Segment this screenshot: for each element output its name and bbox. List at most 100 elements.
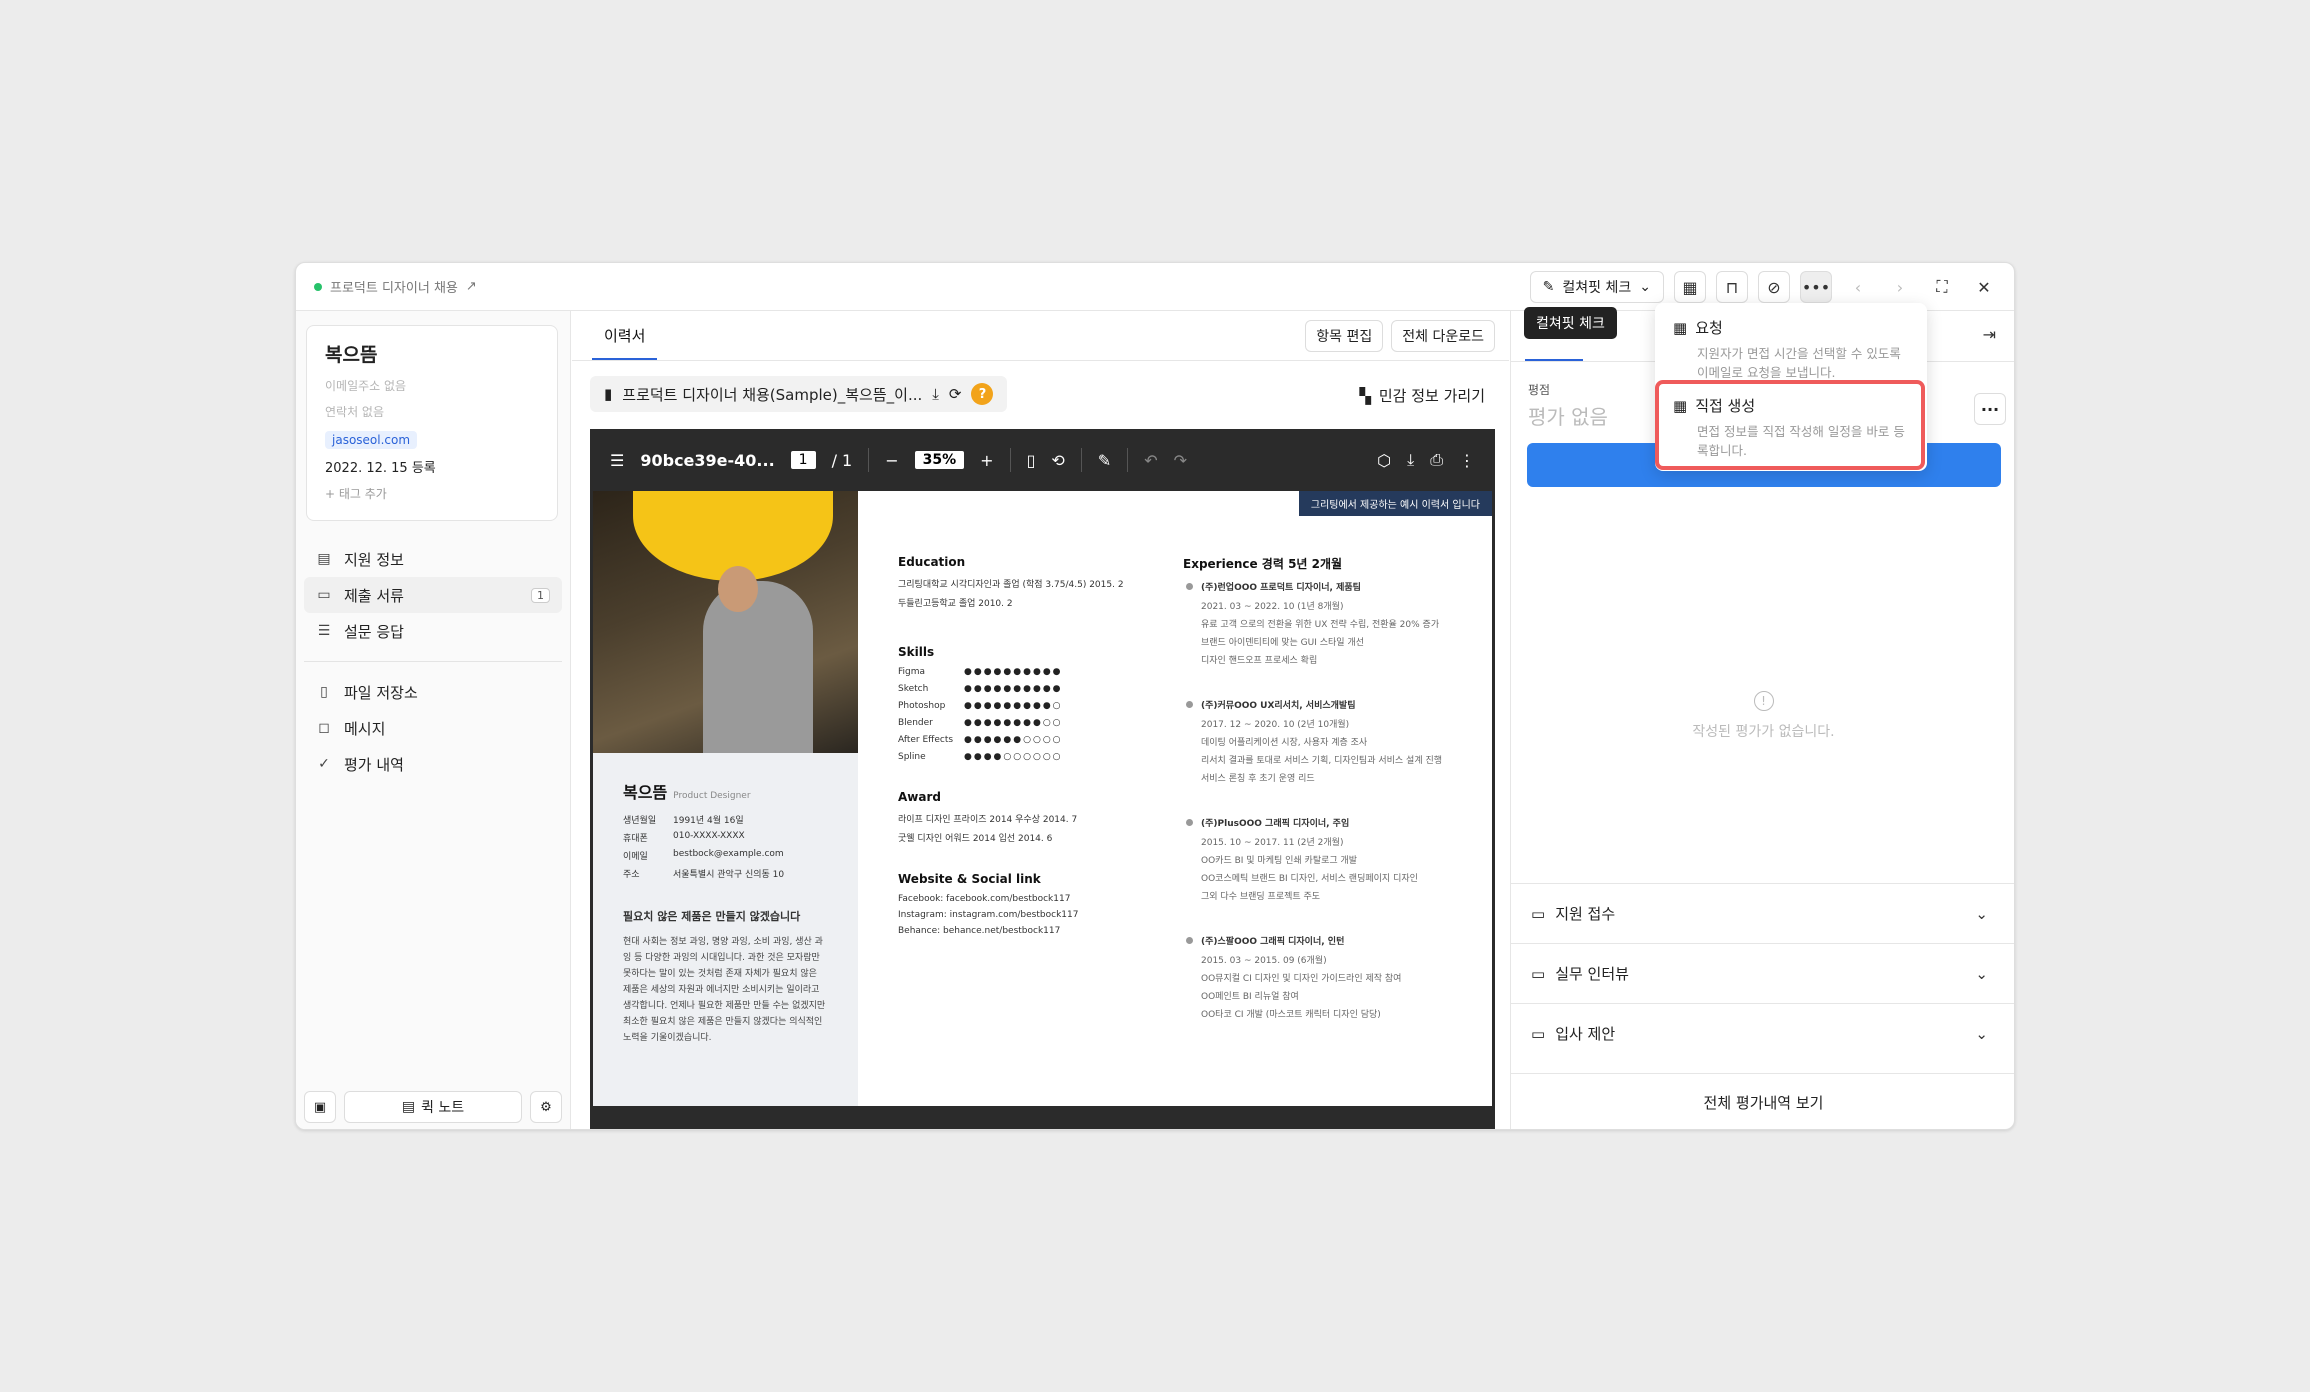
calendar-button[interactable]: ▦ bbox=[1674, 271, 1706, 303]
note-icon: ▤ bbox=[401, 1099, 416, 1115]
info-value: 1991년 4월 16일 bbox=[673, 816, 744, 826]
download-icon[interactable]: ⤓ bbox=[1407, 450, 1414, 470]
unlock-button[interactable]: ⊓ bbox=[1716, 271, 1748, 303]
fit-page-icon[interactable]: ▯ bbox=[1027, 451, 1036, 470]
link-item: Facebook: facebook.com/bestbock117 bbox=[898, 894, 1071, 904]
menu-item-title: 요청 bbox=[1695, 319, 1723, 337]
nav-item-reviews[interactable]: ✓ 평가 내역 bbox=[304, 746, 562, 782]
edit-items-button[interactable]: 항목 편집 bbox=[1305, 320, 1384, 352]
note-icon: ▭ bbox=[1531, 904, 1546, 923]
source-tag: jasoseol.com bbox=[325, 431, 418, 449]
section-title: Experience 경력 5년 2개월 bbox=[1183, 557, 1343, 571]
exp-line: 서비스 론칭 후 초기 운영 리드 bbox=[1201, 774, 1315, 784]
education-item: 그리팅대학교 시각디자인과 졸업 (학점 3.75/4.5) 2015. 2 bbox=[898, 580, 1124, 590]
nav-item-messages[interactable]: ◻ 메시지 bbox=[304, 710, 562, 746]
accordion-label: 지원 접수 bbox=[1555, 905, 1616, 923]
candidate-phone: 연락처 없음 bbox=[325, 405, 385, 419]
hide-sensitive-button[interactable]: ▚ 민감 정보 가리기 bbox=[1359, 385, 1485, 406]
exp-line: OO타코 CI 개발 (마스코트 캐릭터 디자인 담당) bbox=[1201, 1010, 1381, 1020]
skill-name: Sketch bbox=[898, 684, 929, 694]
settings-button[interactable]: ⚙ bbox=[530, 1091, 562, 1123]
close-button[interactable]: ✕ bbox=[1968, 271, 2000, 303]
exp-date: 2015. 10 ~ 2017. 11 (2년 2개월) bbox=[1201, 838, 1344, 848]
accordion-application[interactable]: ▭ 지원 접수 ⌄ bbox=[1511, 883, 2014, 943]
quick-note-button[interactable]: ▤ 퀵 노트 bbox=[344, 1091, 522, 1123]
nav-label: 지원 정보 bbox=[344, 550, 404, 569]
culture-fit-dropdown[interactable]: ✎ 컬쳐핏 체크 ⌄ bbox=[1529, 271, 1664, 303]
export-button[interactable]: ▣ bbox=[304, 1091, 336, 1123]
accordion-offer[interactable]: ▭ 입사 제안 ⌄ bbox=[1511, 1003, 2014, 1063]
zoom-in-icon[interactable]: + bbox=[980, 451, 993, 470]
link-item: Instagram: instagram.com/bestbock117 bbox=[898, 910, 1079, 920]
add-tag-link[interactable]: + 태그 추가 bbox=[325, 485, 539, 502]
nav-item-file-storage[interactable]: ▯ 파일 저장소 bbox=[304, 674, 562, 710]
nav-item-documents[interactable]: ▭ 제출 서류 1 bbox=[304, 577, 562, 613]
ban-icon: ⊘ bbox=[1767, 277, 1781, 297]
empty-state: ! 작성된 평가가 없습니다. bbox=[1511, 691, 2014, 741]
chevron-down-icon: ⌄ bbox=[1975, 1024, 1988, 1043]
skill-level: ●●●●○○○○○○ bbox=[964, 752, 1063, 762]
print-icon[interactable]: ⎙ bbox=[1430, 450, 1443, 470]
undo-icon[interactable]: ↶ bbox=[1144, 451, 1157, 470]
section-title: Education bbox=[898, 555, 966, 569]
info-value: 010-XXXX-XXXX bbox=[673, 831, 745, 841]
refresh-icon[interactable]: ⟳ bbox=[949, 385, 962, 403]
chevron-down-icon: ⌄ bbox=[1975, 904, 1988, 923]
external-link-icon[interactable]: ↗ bbox=[466, 279, 477, 294]
page-input[interactable]: 1 bbox=[790, 451, 816, 469]
file-name: 프로덕트 디자이너 채용(Sample)_복으뜸_이... bbox=[622, 385, 923, 404]
expand-icon: ⛶ bbox=[1936, 277, 1948, 296]
more-button[interactable]: ••• bbox=[1800, 271, 1832, 303]
rotate-icon[interactable]: ⟲ bbox=[1051, 451, 1064, 470]
collapse-panel-icon[interactable]: ⇥ bbox=[1983, 325, 1996, 344]
menu-icon[interactable]: ☰ bbox=[610, 451, 624, 470]
exp-line: 그외 다수 브랜딩 프로젝트 주도 bbox=[1201, 892, 1321, 902]
experience-item: (주)런업OOO 프로덕트 디자이너, 제품팀 2021. 03 ~ 2022. … bbox=[1183, 580, 1473, 666]
candidate-email: 이메일주소 없음 bbox=[325, 379, 407, 393]
nav-item-survey[interactable]: ☰ 설문 응답 bbox=[304, 613, 562, 649]
more-icon: ••• bbox=[1801, 277, 1831, 297]
nav-label: 평가 내역 bbox=[344, 755, 404, 774]
tab-resume[interactable]: 이력서 bbox=[592, 325, 658, 360]
dropdown-label: 컬쳐핏 체크 bbox=[1562, 280, 1632, 296]
exp-date: 2021. 03 ~ 2022. 10 (1년 8개월) bbox=[1201, 602, 1344, 612]
draw-icon[interactable]: ✎ bbox=[1098, 451, 1111, 470]
user-check-icon: ✓ bbox=[318, 756, 330, 772]
download-all-button[interactable]: 전체 다운로드 bbox=[1391, 320, 1495, 352]
file-bar[interactable]: ▮ 프로덕트 디자이너 채용(Sample)_복으뜸_이... ⤓ ⟳ ? bbox=[590, 376, 1008, 412]
info-value: bestbock@example.com bbox=[673, 849, 784, 859]
menu-item-request[interactable]: ▦ 요청 지원자가 면접 시간을 선택할 수 있도록 이메일로 요청을 보냅니다. bbox=[1673, 317, 1913, 382]
save-icon[interactable]: ⬡ bbox=[1377, 451, 1391, 470]
accordion-label: 실무 인터뷰 bbox=[1555, 965, 1629, 983]
profile-card: 복으뜸 이메일주소 없음 연락처 없음 jasoseol.com 2022. 1… bbox=[306, 325, 558, 521]
next-button[interactable]: › bbox=[1884, 271, 1916, 303]
accordion-interview[interactable]: ▭ 실무 인터뷰 ⌄ bbox=[1511, 943, 2014, 1003]
zoom-level[interactable]: 35% bbox=[914, 451, 965, 469]
view-all-reviews-button[interactable]: 전체 평가내역 보기 bbox=[1511, 1073, 2014, 1129]
calendar-icon: ▦ bbox=[1673, 318, 1688, 337]
redo-icon[interactable]: ↷ bbox=[1174, 451, 1187, 470]
chevron-down-icon: ⌄ bbox=[1975, 964, 1988, 983]
nav-label: 파일 저장소 bbox=[344, 683, 418, 702]
more-vertical-icon[interactable]: ⋮ bbox=[1459, 451, 1475, 470]
nav-item-application-info[interactable]: ▤ 지원 정보 bbox=[304, 541, 562, 577]
zoom-out-icon[interactable]: − bbox=[885, 451, 898, 470]
excel-icon: ▣ bbox=[313, 1099, 327, 1115]
resume-name: 복으뜸 bbox=[623, 783, 668, 802]
breadcrumb[interactable]: 프로덕트 디자이너 채용 ↗ bbox=[314, 277, 477, 296]
fullscreen-button[interactable]: ⛶ bbox=[1926, 271, 1958, 303]
exp-date: 2017. 12 ~ 2020. 10 (2년 10개월) bbox=[1201, 720, 1350, 730]
skill-name: After Effects bbox=[898, 735, 954, 745]
warning-shield-icon[interactable]: ? bbox=[971, 383, 994, 405]
block-button[interactable]: ⊘ bbox=[1758, 271, 1790, 303]
experience-item: (주)커뮤OOO UX리서치, 서비스개발팀 2017. 12 ~ 2020. 1… bbox=[1183, 698, 1473, 784]
exp-line: 디자인 핸드오프 프로세스 확립 bbox=[1201, 656, 1318, 666]
sample-banner: 그리팅에서 제공하는 예시 이력서 입니다 bbox=[1298, 491, 1492, 516]
prev-button[interactable]: ‹ bbox=[1842, 271, 1874, 303]
rating-more-button[interactable]: ··· bbox=[1974, 393, 2006, 425]
skill-name: Photoshop bbox=[898, 701, 946, 711]
section-title: Website & Social link bbox=[898, 872, 1041, 886]
resume-experience-column: Experience 경력 5년 2개월 (주)런업OOO 프로덕트 디자이너,… bbox=[1183, 555, 1473, 1052]
download-icon[interactable]: ⤓ bbox=[932, 385, 939, 403]
chevron-down-icon: ⌄ bbox=[1639, 279, 1651, 295]
